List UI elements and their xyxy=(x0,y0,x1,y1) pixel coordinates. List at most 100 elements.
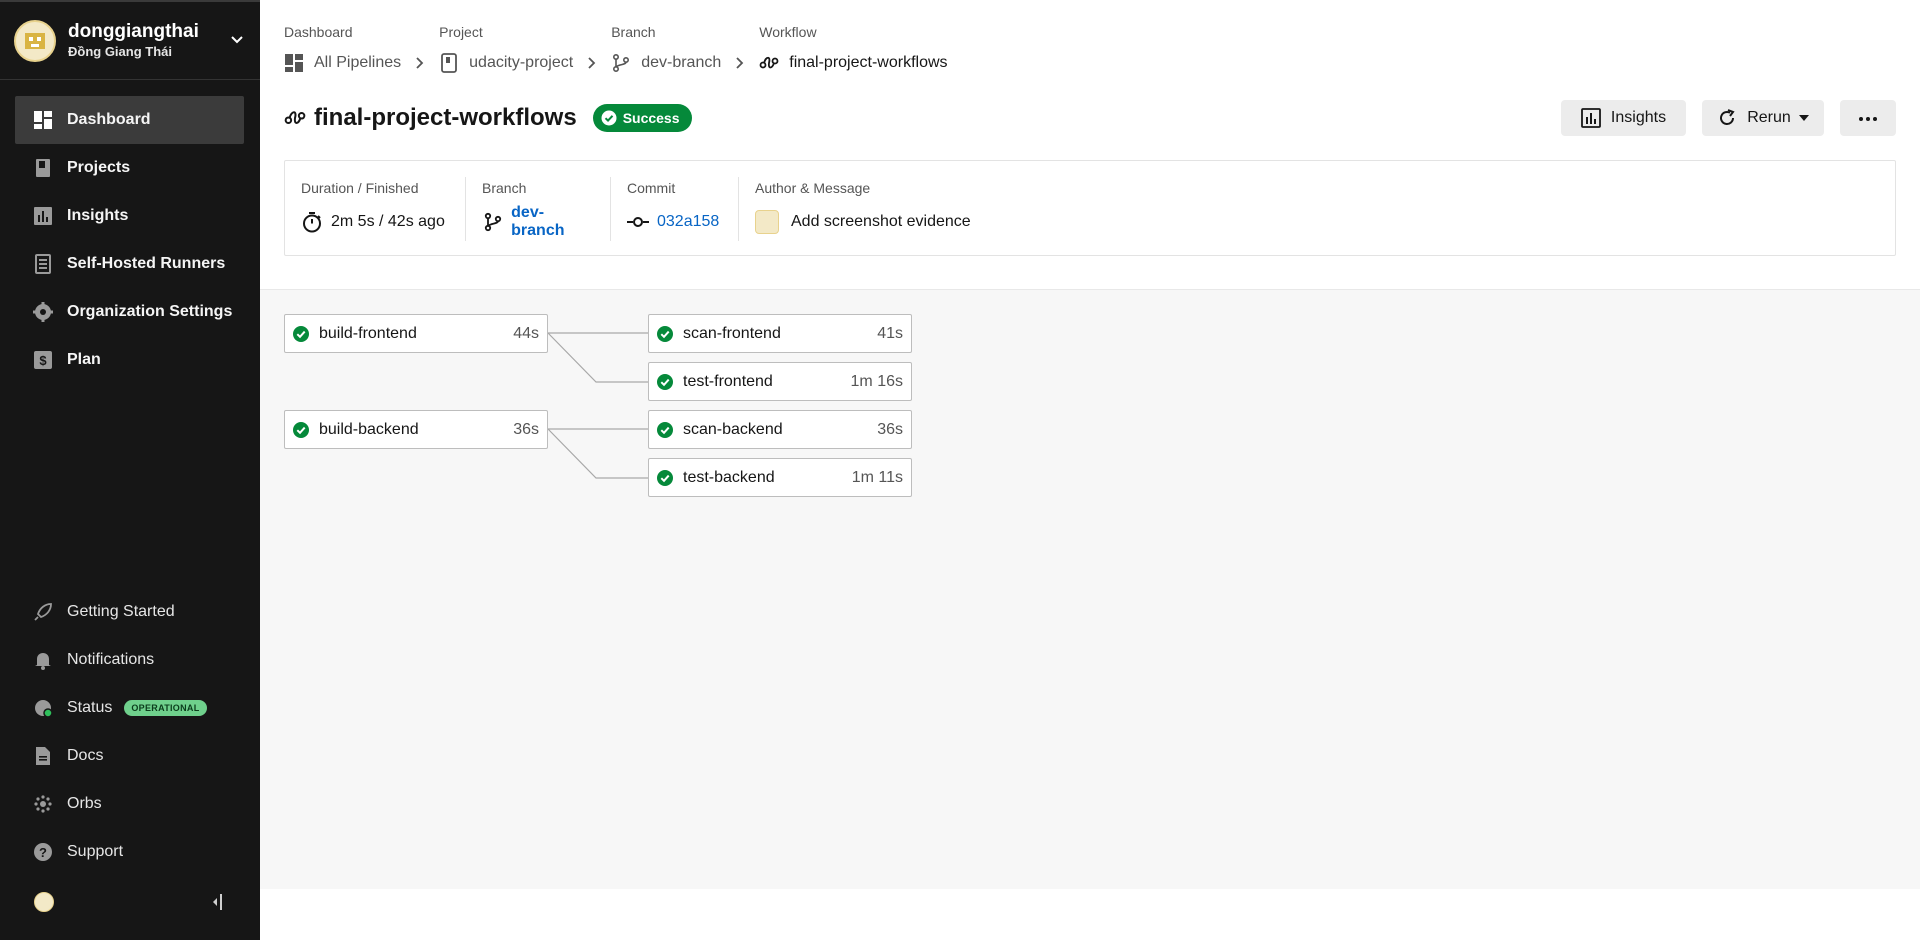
runners-icon xyxy=(33,254,53,274)
duration-value: 2m 5s / 42s ago xyxy=(331,213,445,230)
insights-button-label: Insights xyxy=(1610,109,1667,126)
job-name: build-frontend xyxy=(319,324,417,342)
page-title: final-project-workflows xyxy=(314,104,577,131)
caret-down-icon xyxy=(1798,115,1809,121)
breadcrumb-link-project[interactable]: udacity-project xyxy=(439,48,611,78)
chevron-down-icon[interactable] xyxy=(230,32,244,50)
success-check-icon xyxy=(657,373,673,390)
sidebar-item-label: Dashboard xyxy=(67,111,151,128)
check-circle-icon xyxy=(601,110,617,126)
summary-author-message: Author & Message Add screenshot evidence xyxy=(739,177,1339,241)
job-name: test-frontend xyxy=(683,372,773,390)
job-scan-frontend[interactable]: scan-frontend 41s xyxy=(648,314,912,353)
bell-icon xyxy=(33,650,53,670)
dashboard-icon xyxy=(33,110,53,130)
workflow-icon xyxy=(284,107,306,129)
summary-commit: Commit 032a158 xyxy=(611,177,739,241)
success-check-icon xyxy=(293,421,309,438)
sidebar-item-orbs[interactable]: Orbs xyxy=(15,780,244,828)
org-switcher[interactable]: donggiangthai Đồng Giang Thái xyxy=(0,2,260,80)
dollar-icon: $ xyxy=(33,350,53,370)
job-dependency-edges xyxy=(547,332,648,479)
sidebar-item-insights[interactable]: Insights xyxy=(15,192,244,240)
more-options-button[interactable] xyxy=(1840,100,1896,136)
breadcrumb-branch: Branch dev-branch xyxy=(611,22,759,78)
insights-icon xyxy=(1581,108,1601,128)
job-duration: 41s xyxy=(877,324,903,342)
job-build-backend[interactable]: build-backend 36s xyxy=(284,410,548,449)
breadcrumb-value: final-project-workflows xyxy=(789,54,948,71)
job-build-frontend[interactable]: build-frontend 44s xyxy=(284,314,548,353)
projects-icon xyxy=(33,158,53,178)
main-content: Dashboard All Pipelines Project udacity-… xyxy=(260,0,1920,952)
sidebar-item-docs[interactable]: Docs xyxy=(15,732,244,780)
sidebar-item-organization-settings[interactable]: Organization Settings xyxy=(15,288,244,336)
sidebar-item-label: Docs xyxy=(67,747,104,764)
breadcrumb-label: Workflow xyxy=(759,24,817,40)
author-avatar[interactable] xyxy=(755,210,779,234)
sidebar-item-plan[interactable]: $ Plan xyxy=(15,336,244,384)
sidebar-item-dashboard[interactable]: Dashboard xyxy=(15,96,244,144)
breadcrumb-current-workflow: final-project-workflows xyxy=(759,48,948,78)
insights-button[interactable]: Insights xyxy=(1561,100,1686,136)
help-icon: ? xyxy=(33,842,53,862)
rerun-button[interactable]: Rerun xyxy=(1702,100,1824,136)
org-name: donggiangthai xyxy=(68,20,199,42)
chevron-right-icon xyxy=(587,56,597,70)
status-icon xyxy=(33,698,53,718)
success-check-icon xyxy=(657,469,673,486)
job-test-frontend[interactable]: test-frontend 1m 16s xyxy=(648,362,912,401)
breadcrumb-label: Dashboard xyxy=(284,24,353,40)
user-avatar[interactable] xyxy=(34,892,54,912)
summary-label: Duration / Finished xyxy=(301,180,419,196)
breadcrumb-link-branch[interactable]: dev-branch xyxy=(611,48,759,78)
sidebar-item-support[interactable]: ? Support xyxy=(15,828,244,876)
sidebar-nav-bottom: Getting Started Notifications Status OPE… xyxy=(15,588,244,876)
branch-icon xyxy=(482,211,503,233)
sidebar-item-projects[interactable]: Projects xyxy=(15,144,244,192)
sidebar-item-notifications[interactable]: Notifications xyxy=(15,636,244,684)
breadcrumb: Dashboard All Pipelines Project udacity-… xyxy=(284,22,948,78)
job-scan-backend[interactable]: scan-backend 36s xyxy=(648,410,912,449)
job-duration: 36s xyxy=(877,420,903,438)
org-avatar xyxy=(14,19,56,62)
insights-icon xyxy=(33,206,53,226)
sidebar-item-self-hosted-runners[interactable]: Self-Hosted Runners xyxy=(15,240,244,288)
job-test-backend[interactable]: test-backend 1m 11s xyxy=(648,458,912,497)
job-duration: 1m 11s xyxy=(851,468,903,486)
sidebar-item-label: Orbs xyxy=(67,795,102,812)
breadcrumb-project: Project udacity-project xyxy=(439,22,611,78)
breadcrumb-link-all-pipelines[interactable]: All Pipelines xyxy=(284,48,439,78)
commit-link[interactable]: 032a158 xyxy=(657,213,719,231)
sidebar-item-label: Status xyxy=(67,699,113,716)
commit-icon xyxy=(627,211,649,233)
collapse-sidebar-icon[interactable] xyxy=(206,890,228,914)
chevron-right-icon xyxy=(415,56,425,70)
workflow-header: final-project-workflows Success xyxy=(284,98,692,138)
sidebar-footer xyxy=(0,884,260,924)
success-check-icon xyxy=(293,325,309,342)
workflow-graph: build-frontend 44s scan-frontend 41s tes… xyxy=(260,289,1920,889)
header-actions: Insights Rerun xyxy=(1561,100,1896,136)
breadcrumb-label: Project xyxy=(439,24,483,40)
job-name: scan-backend xyxy=(683,420,783,438)
sidebar: donggiangthai Đồng Giang Thái Dashboard … xyxy=(0,0,260,940)
breadcrumb-dashboard: Dashboard All Pipelines xyxy=(284,22,439,78)
workflow-summary: Duration / Finished 2m 5s / 42s ago Bran… xyxy=(284,160,1896,256)
success-check-icon xyxy=(657,325,673,342)
breadcrumb-workflow: Workflow final-project-workflows xyxy=(759,22,947,78)
summary-label: Branch xyxy=(482,180,527,196)
chevron-right-icon xyxy=(735,56,745,70)
sidebar-item-getting-started[interactable]: Getting Started xyxy=(15,588,244,636)
sidebar-item-status[interactable]: Status OPERATIONAL xyxy=(15,684,244,732)
breadcrumb-value: dev-branch xyxy=(641,54,722,71)
sidebar-item-label: Projects xyxy=(67,159,131,176)
summary-branch: Branch dev-branch xyxy=(466,177,611,241)
branch-link[interactable]: dev-branch xyxy=(511,204,594,240)
svg-text:?: ? xyxy=(39,845,47,860)
job-duration: 36s xyxy=(513,420,539,438)
job-name: build-backend xyxy=(319,420,419,438)
status-badge: Success xyxy=(592,104,692,132)
branch-icon xyxy=(611,53,631,73)
breadcrumb-value: All Pipelines xyxy=(314,54,402,71)
